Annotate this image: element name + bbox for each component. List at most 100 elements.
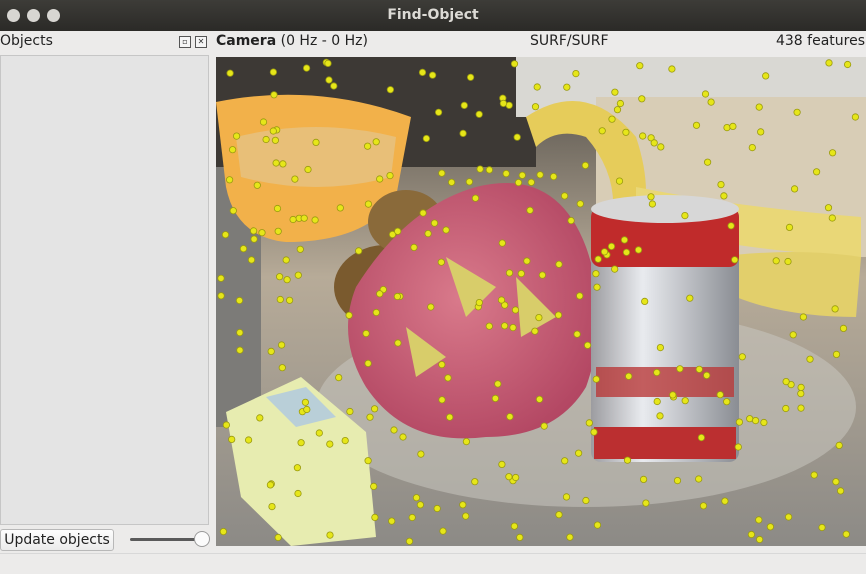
keypoint-marker [311,216,319,224]
camera-view[interactable] [216,57,866,546]
keypoint-marker [269,68,278,76]
keypoint-marker [797,383,805,391]
keypoint-marker [574,449,583,457]
keypoint-marker [446,413,454,421]
keypoint-marker [465,178,473,186]
keypoint-marker [438,396,446,404]
keypoint-marker [681,397,689,405]
keypoint-marker [460,101,468,110]
keypoint-marker [364,142,372,150]
keypoint-marker [531,327,539,335]
keypoint-marker [592,270,600,278]
keypoint-marker [437,258,445,266]
keypoint-marker [258,229,266,237]
keypoint-marker [500,322,509,330]
camera-title: Camera (0 Hz - 0 Hz) [216,33,368,49]
keypoint-marker [636,62,644,70]
keypoint-marker [491,394,499,402]
keypoint-marker [274,533,282,542]
keypoint-marker [681,212,689,220]
keypoint-marker [757,128,765,136]
slider-handle[interactable] [194,531,210,547]
window-title: Find-Object [387,7,479,23]
keypoint-marker [371,513,379,521]
keypoint-marker [616,99,624,108]
keypoint-marker [438,360,446,369]
keypoint-marker [581,161,589,170]
keypoint-marker [412,494,421,502]
keypoint-marker [703,371,711,379]
keypoint-marker [747,530,756,539]
keypoint-marker [600,248,609,256]
keypoint-marker [386,172,394,180]
keypoint-marker [222,421,230,429]
keypoint-marker [372,308,380,317]
keypoint-marker [394,339,402,347]
keypoint-marker [394,227,402,235]
keypoint-marker [797,389,805,398]
keypoint-marker [229,207,237,215]
keypoint-marker [657,143,665,151]
objects-dock-title: Objects [0,33,53,49]
camera-label: Camera [216,33,277,49]
keypoint-marker [828,214,836,222]
keypoint-marker [418,68,427,76]
keypoint-marker [419,209,427,217]
close-icon[interactable]: ✕ [195,36,207,48]
keypoint-marker [560,192,569,200]
keypoint-marker [272,159,280,167]
keypoint-marker [294,271,302,279]
keypoint-marker [376,290,384,298]
keypoint-marker [748,144,756,152]
keypoint-marker [806,355,814,363]
keypoint-marker [695,475,703,483]
keypoint-marker [370,482,378,490]
keypoint-marker [825,59,833,67]
keypoint-marker [253,181,261,189]
keypoint-marker [267,347,275,355]
keypoint-marker [593,283,601,291]
keypoint-marker [296,245,304,253]
keypoint-marker [435,108,443,116]
keypoint-marker [506,413,514,421]
float-icon[interactable]: ▫ [179,36,191,48]
keypoint-marker [669,391,677,399]
keypoint-marker [648,200,656,208]
keypoint-marker [250,235,258,243]
keypoint-marker [249,227,258,235]
objects-list[interactable] [0,55,209,525]
camera-image [216,57,866,546]
keypoint-marker [262,135,270,144]
keypoint-marker [517,270,525,278]
keypoint-marker [256,414,264,422]
keypoint-marker [362,329,370,338]
keypoint-marker [583,341,592,349]
keypoint-marker [785,223,794,231]
keypoint-marker [217,274,225,282]
keypoint-marker [686,294,694,302]
update-objects-button[interactable]: Update objects [0,529,114,551]
keypoint-marker [642,499,650,507]
keypoint-marker [505,473,513,481]
keypoint-marker [620,236,629,244]
keypoint-marker [315,429,323,437]
keypoint-marker [639,475,648,483]
keypoint-marker [505,269,514,277]
keypoint-marker [345,311,353,319]
keypoint-marker [535,395,544,403]
keypoint-marker [699,502,708,510]
keypoint-marker [723,124,731,132]
keypoint-marker [784,513,793,521]
keypoint-marker [513,133,521,141]
keypoint-marker [514,179,523,187]
keypoint-marker [502,170,510,178]
keypoint-marker [611,265,619,273]
keypoint-marker [462,437,470,446]
keypoint-marker [259,118,268,126]
title-bar: Find-Object [0,0,866,31]
keypoint-marker [738,353,746,361]
keypoint-marker [851,113,860,121]
keypoint-marker [219,527,227,536]
keypoint-marker [623,456,632,464]
keypoint-marker [592,375,600,383]
